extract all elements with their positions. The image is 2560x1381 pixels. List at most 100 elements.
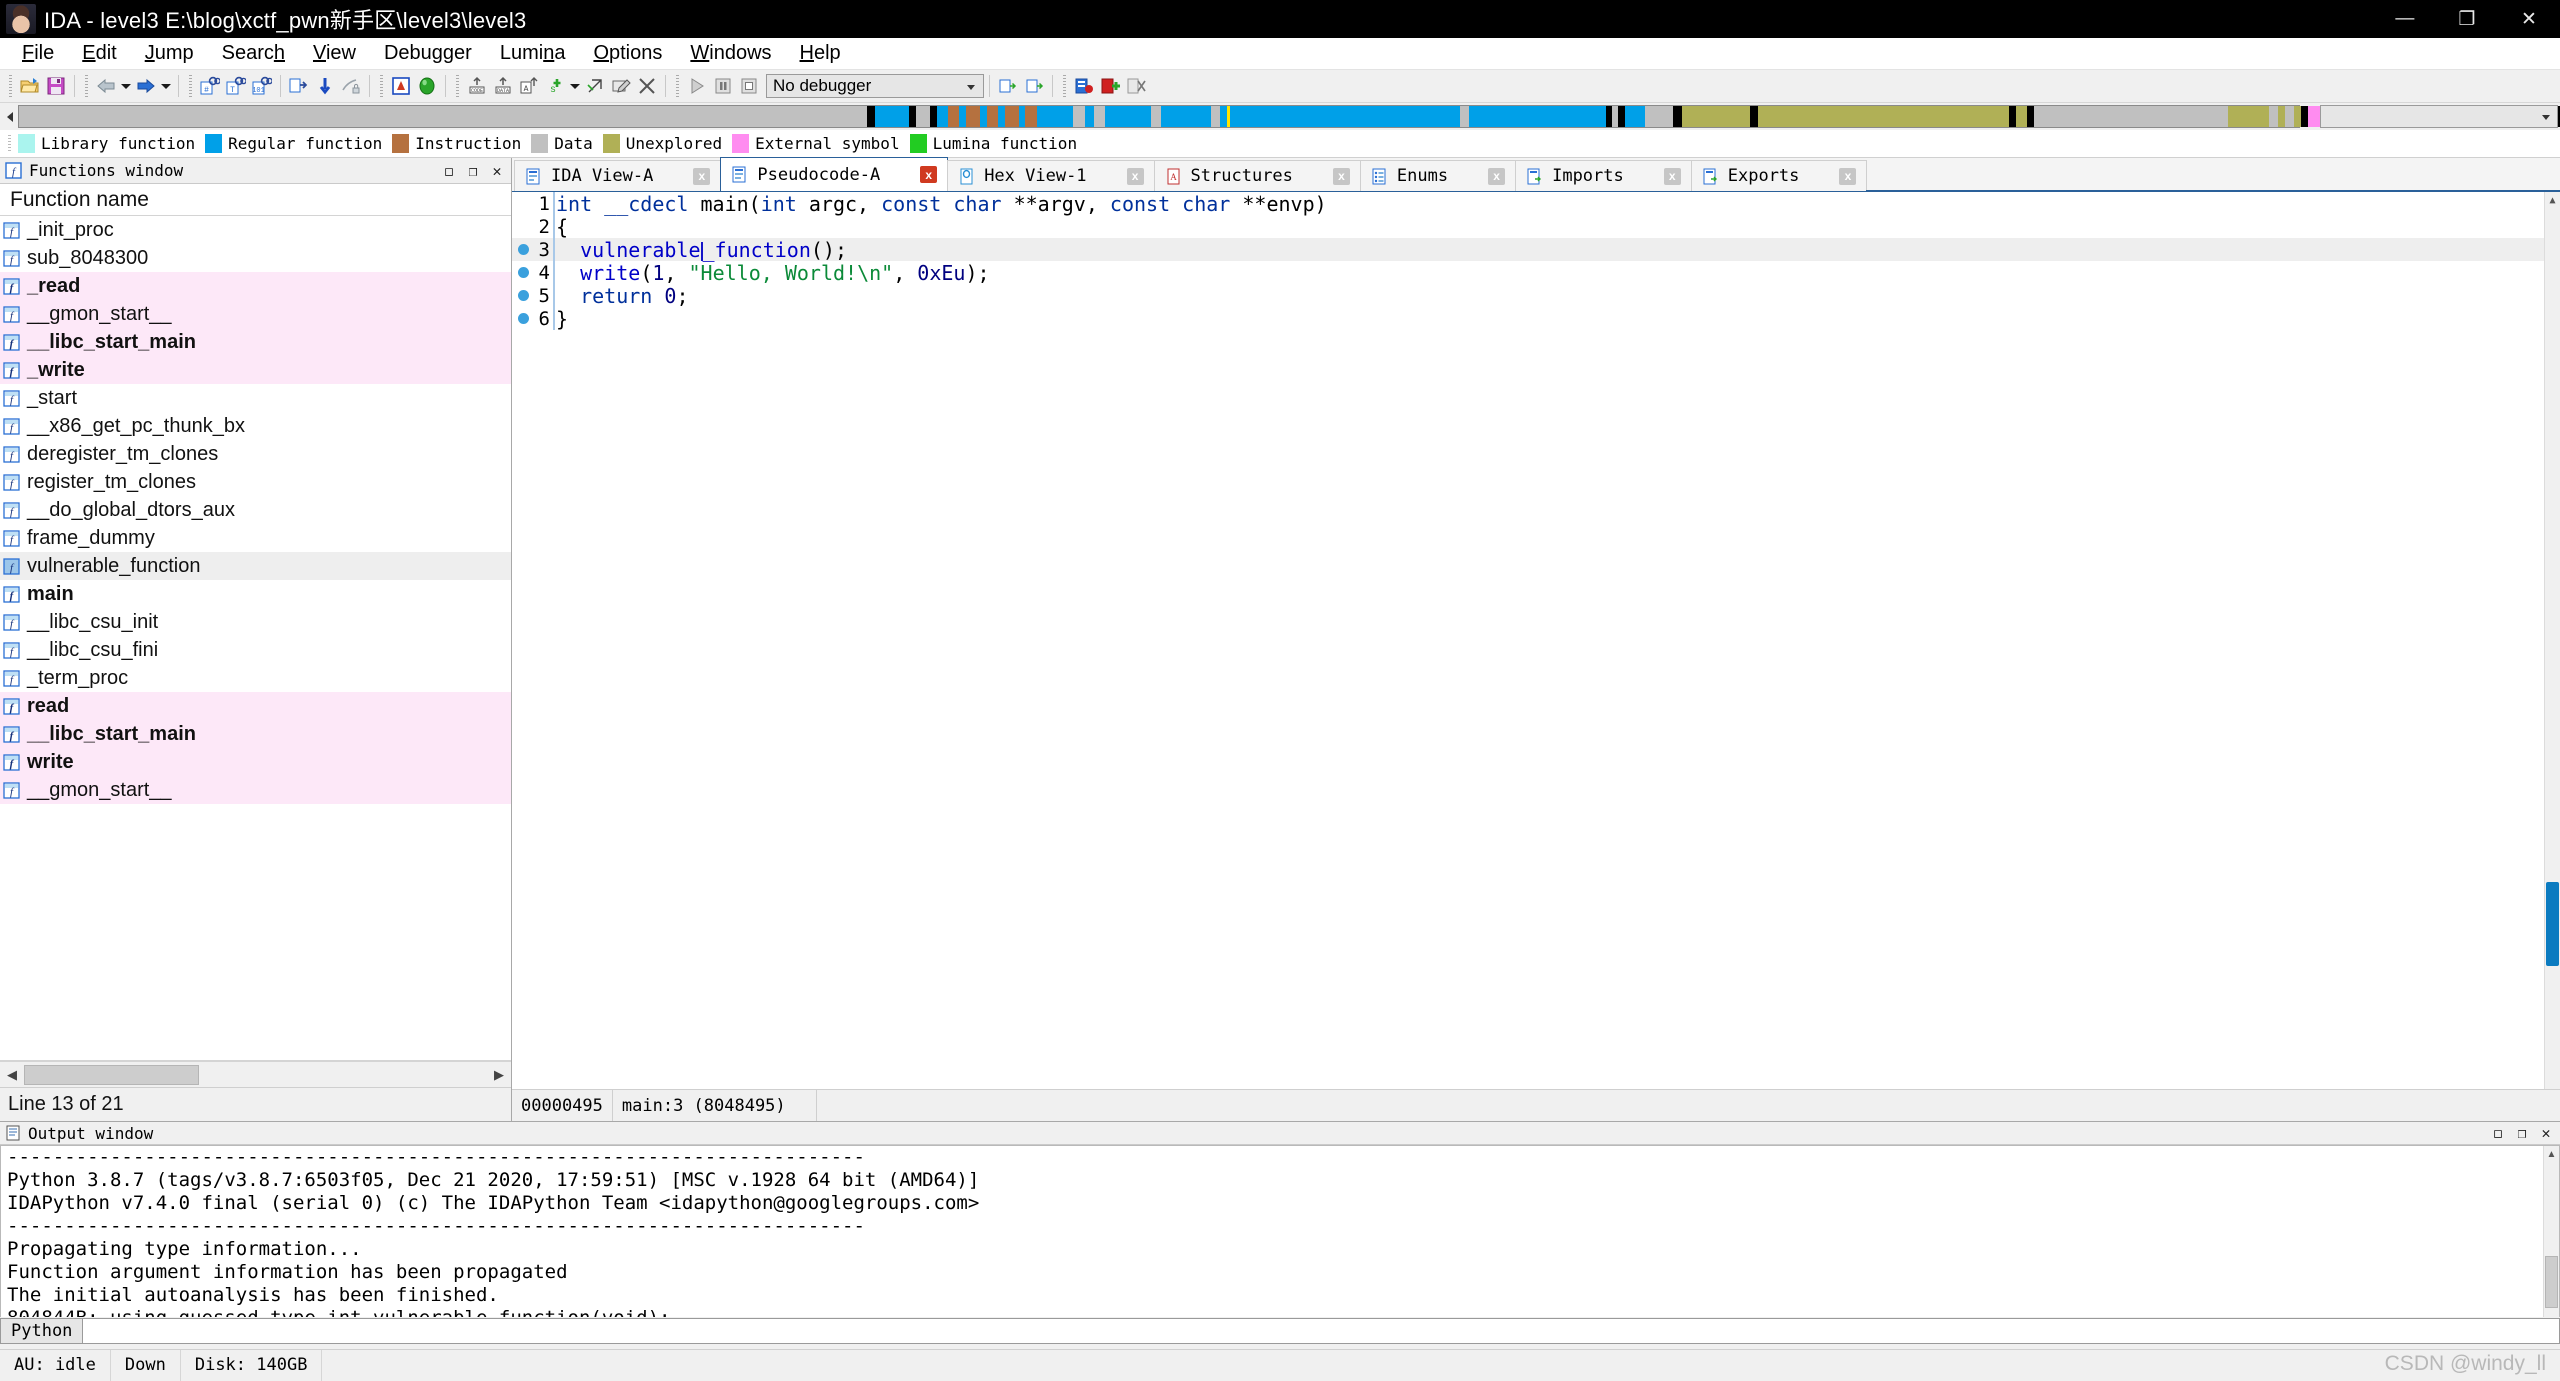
tab-close-icon[interactable]: x — [1664, 168, 1681, 185]
nav-zoom-select[interactable] — [2320, 105, 2558, 128]
output-restore-icon[interactable]: ◻ — [2486, 1122, 2510, 1144]
menu-item-lumina[interactable]: Lumina — [486, 39, 580, 68]
table-row[interactable]: fmain — [0, 580, 511, 608]
menu-item-search[interactable]: Search — [208, 39, 299, 68]
pseudocode-vertical-scrollbar[interactable]: ▲ — [2544, 192, 2560, 1089]
code-line[interactable]: 2{ — [512, 215, 2560, 238]
table-row[interactable]: fsub_8048300 — [0, 244, 511, 272]
table-row[interactable]: fread — [0, 692, 511, 720]
toolbar-grip[interactable] — [676, 75, 679, 97]
scroll-right-icon[interactable]: ▶ — [487, 1063, 511, 1087]
table-row[interactable]: f__libc_csu_fini — [0, 636, 511, 664]
attach-process-icon[interactable] — [995, 73, 1021, 99]
make-data-icon[interactable]: DATA — [490, 73, 516, 99]
navigate-forward-icon[interactable] — [133, 73, 159, 99]
make-string-icon[interactable]: s — [542, 73, 568, 99]
menu-item-edit[interactable]: Edit — [68, 39, 130, 68]
stop-debugger-icon[interactable] — [736, 73, 762, 99]
code-line[interactable]: 4 write(1, "Hello, World!\n", 0xEu); — [512, 261, 2560, 284]
toolbar-grip[interactable] — [85, 75, 88, 97]
search-sequence-icon[interactable]: # — [197, 73, 223, 99]
table-row[interactable]: fvulnerable_function — [0, 552, 511, 580]
functions-horizontal-scrollbar[interactable]: ◀ ▶ — [0, 1061, 511, 1087]
make-code-icon[interactable]: CODE — [464, 73, 490, 99]
code-line[interactable]: 5 return 0; — [512, 284, 2560, 307]
breakpoint-icon[interactable] — [512, 290, 534, 301]
toolbar-grip[interactable] — [456, 75, 459, 97]
minimize-button[interactable]: — — [2374, 0, 2436, 38]
cli-input[interactable] — [83, 1318, 2560, 1344]
menu-item-jump[interactable]: Jump — [131, 39, 208, 68]
cli-language-button[interactable]: Python — [0, 1318, 83, 1344]
run-to-cursor-icon[interactable] — [414, 73, 440, 99]
delete-icon[interactable] — [634, 73, 660, 99]
table-row[interactable]: f__libc_start_main — [0, 328, 511, 356]
toolbar-grip[interactable] — [380, 75, 383, 97]
table-row[interactable]: f_read — [0, 272, 511, 300]
breakpoint-icon[interactable] — [512, 313, 534, 324]
search-text-icon[interactable]: T — [223, 73, 249, 99]
table-row[interactable]: f__gmon_start__ — [0, 776, 511, 804]
legend-grip[interactable] — [8, 135, 11, 153]
scroll-track[interactable] — [24, 1063, 487, 1087]
toolbar-grip[interactable] — [189, 75, 192, 97]
scroll-up-icon[interactable]: ▲ — [2544, 1146, 2559, 1162]
detach-process-icon[interactable] — [1021, 73, 1047, 99]
tab-imports[interactable]: Importsx — [1515, 160, 1692, 191]
jump-locked-icon[interactable] — [338, 73, 364, 99]
table-row[interactable]: f__x86_get_pc_thunk_bx — [0, 412, 511, 440]
scroll-thumb[interactable] — [2546, 882, 2559, 966]
close-button[interactable]: ✕ — [2498, 0, 2560, 38]
tab-structures[interactable]: AStructuresx — [1154, 160, 1361, 191]
table-row[interactable]: fwrite — [0, 748, 511, 776]
jump-down-icon[interactable] — [312, 73, 338, 99]
tab-close-icon[interactable]: x — [920, 166, 937, 183]
functions-restore-icon[interactable]: ◻ — [437, 160, 461, 182]
save-icon[interactable] — [43, 73, 69, 99]
menu-item-debugger[interactable]: Debugger — [370, 39, 486, 68]
search-binary-icon[interactable]: 101 — [249, 73, 275, 99]
breakpoint-icon[interactable] — [512, 244, 534, 255]
tab-close-icon[interactable]: x — [1839, 168, 1856, 185]
run-debugger-icon[interactable] — [684, 73, 710, 99]
make-string-dropdown-icon[interactable] — [568, 73, 582, 99]
table-row[interactable]: fderegister_tm_clones — [0, 440, 511, 468]
add-breakpoint-icon[interactable] — [1097, 73, 1123, 99]
navigation-band[interactable] — [18, 105, 2300, 128]
scroll-left-icon[interactable]: ◀ — [0, 1063, 24, 1087]
graph-view-icon[interactable] — [388, 73, 414, 99]
table-row[interactable]: f__libc_csu_init — [0, 608, 511, 636]
jump-to-address-icon[interactable] — [286, 73, 312, 99]
breakpoint-icon[interactable] — [512, 267, 534, 278]
tab-close-icon[interactable]: x — [1333, 168, 1350, 185]
output-log[interactable]: ----------------------------------------… — [0, 1145, 2560, 1317]
debugger-select[interactable]: No debugger — [766, 74, 984, 98]
table-row[interactable]: f_start — [0, 384, 511, 412]
tab-close-icon[interactable]: x — [1127, 168, 1144, 185]
tab-close-icon[interactable]: x — [693, 168, 710, 185]
open-file-icon[interactable] — [17, 73, 43, 99]
table-row[interactable]: fregister_tm_clones — [0, 468, 511, 496]
navigate-back-dropdown-icon[interactable] — [119, 73, 133, 99]
output-dock-icon[interactable]: ❐ — [2510, 1122, 2534, 1144]
breakpoint-list-icon[interactable] — [1071, 73, 1097, 99]
scroll-up-icon[interactable]: ▲ — [2545, 192, 2560, 208]
scroll-thumb[interactable] — [24, 1065, 199, 1085]
table-row[interactable]: f__gmon_start__ — [0, 300, 511, 328]
menu-item-windows[interactable]: Windows — [676, 39, 785, 68]
nav-scroll-left-icon[interactable] — [2, 105, 18, 129]
functions-column-header[interactable]: Function name — [0, 184, 511, 216]
tab-hex-view-1[interactable]: Hex View-1x — [947, 160, 1154, 191]
menu-item-view[interactable]: View — [299, 39, 370, 68]
code-line[interactable]: 1int __cdecl main(int argc, const char *… — [512, 192, 2560, 215]
tab-ida-view-a[interactable]: IDA View-Ax — [514, 160, 721, 191]
menu-item-options[interactable]: Options — [579, 39, 676, 68]
tab-close-icon[interactable]: x — [1488, 168, 1505, 185]
table-row[interactable]: f__libc_start_main — [0, 720, 511, 748]
tab-pseudocode-a[interactable]: Pseudocode-Ax — [720, 157, 948, 191]
edit-function-icon[interactable] — [608, 73, 634, 99]
navigate-forward-dropdown-icon[interactable] — [159, 73, 173, 99]
table-row[interactable]: f__do_global_dtors_aux — [0, 496, 511, 524]
code-line[interactable]: 6} — [512, 307, 2560, 330]
pause-debugger-icon[interactable] — [710, 73, 736, 99]
